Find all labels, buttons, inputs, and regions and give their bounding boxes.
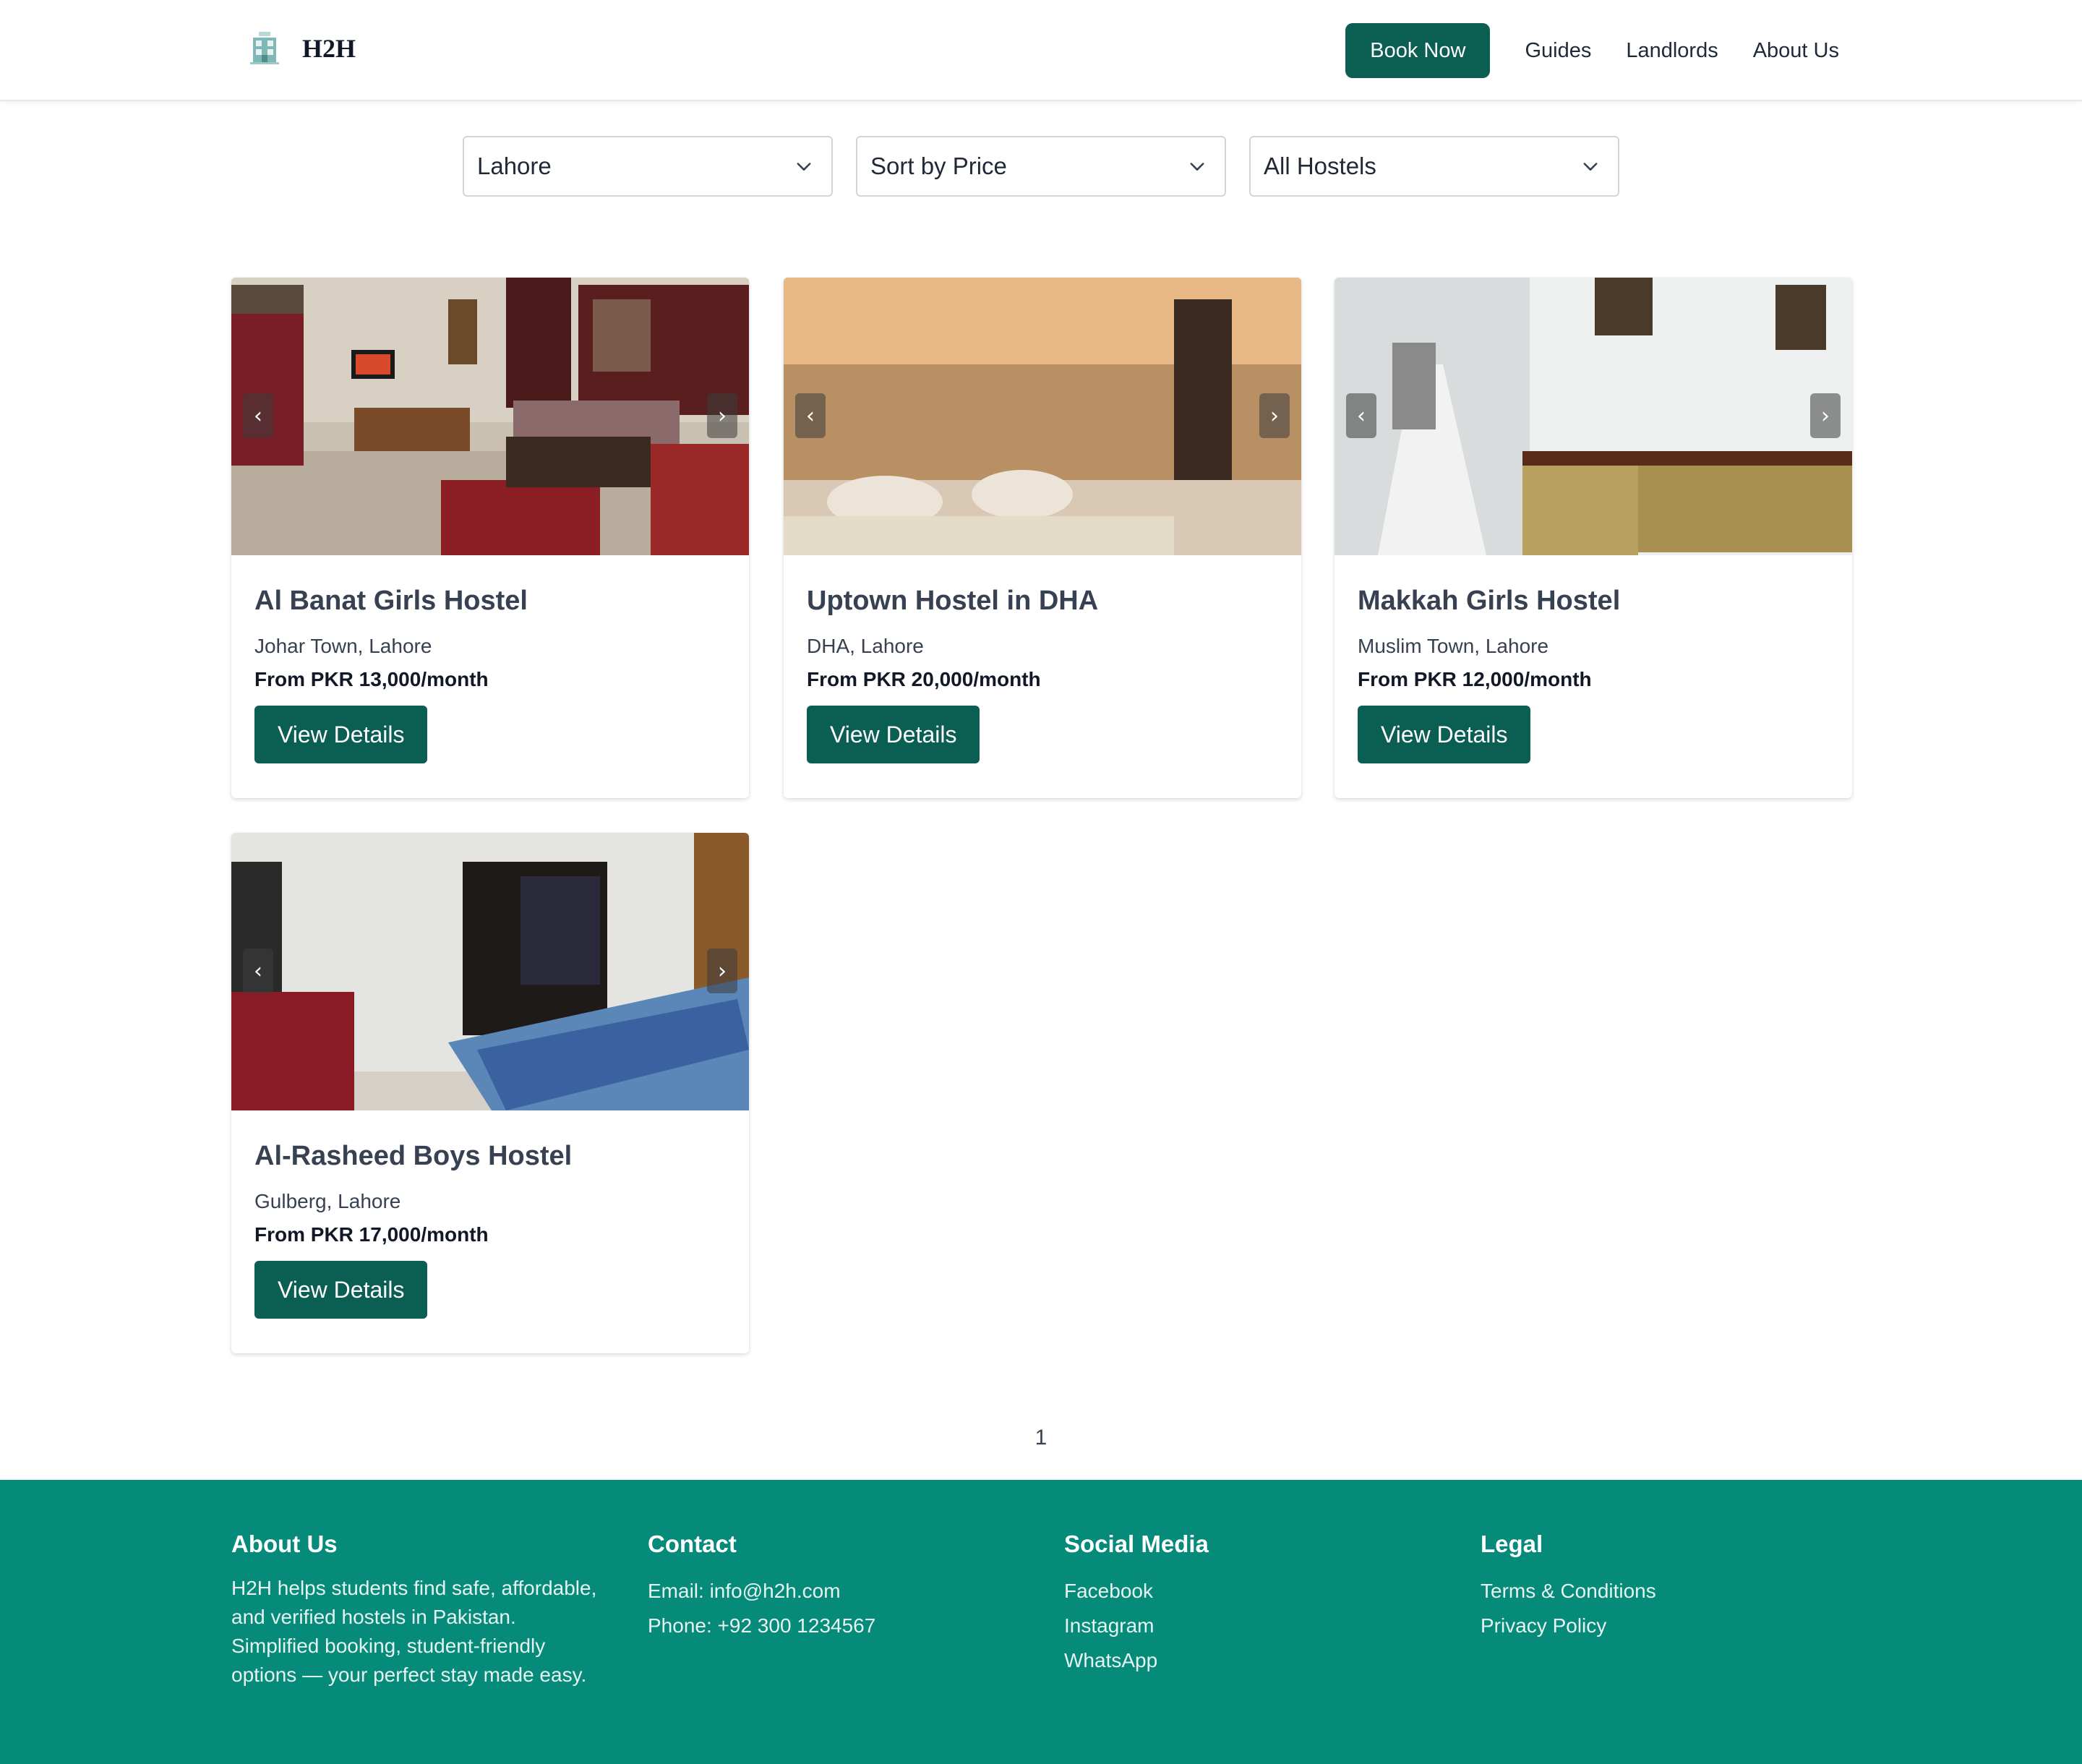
hostel-price: From PKR 12,000/month xyxy=(1358,668,1592,690)
chevron-down-icon xyxy=(1190,163,1204,171)
view-details-button[interactable]: View Details xyxy=(254,1261,428,1319)
hostel-card: ‹ › Al Banat Girls Hostel Johar Town, La… xyxy=(231,278,749,798)
hostel-name: Al Banat Girls Hostel xyxy=(254,586,528,616)
hostel-location: Johar Town, Lahore xyxy=(254,635,432,657)
footer-social: Social Media Facebook Instagram WhatsApp xyxy=(1064,1530,1440,1678)
hostel-photo xyxy=(784,278,1301,555)
footer-link-instagram[interactable]: Instagram xyxy=(1064,1609,1440,1643)
hostel-location: Gulberg, Lahore xyxy=(254,1190,401,1212)
carousel-next-button[interactable]: › xyxy=(1259,393,1290,438)
sort-select[interactable]: Sort by Price xyxy=(856,136,1226,197)
nav-link-about-us[interactable]: About Us xyxy=(1753,39,1839,63)
view-details-button[interactable]: View Details xyxy=(254,706,428,763)
hostel-location: Muslim Town, Lahore xyxy=(1358,635,1549,657)
nav-link-landlords[interactable]: Landlords xyxy=(1626,39,1718,63)
city-select-value: Lahore xyxy=(477,153,552,179)
page-number-current[interactable]: 1 xyxy=(1035,1426,1048,1450)
hostel-image-carousel: ‹ › xyxy=(231,278,749,555)
hostel-name: Makkah Girls Hostel xyxy=(1358,586,1621,616)
carousel-next-button[interactable]: › xyxy=(707,949,737,993)
footer-social-title: Social Media xyxy=(1064,1530,1209,1557)
footer-contact-title: Contact xyxy=(648,1530,737,1557)
hostel-location: DHA, Lahore xyxy=(807,635,924,657)
chevron-down-icon xyxy=(797,163,811,171)
carousel-next-button[interactable]: › xyxy=(1810,393,1841,438)
view-details-button[interactable]: View Details xyxy=(807,706,980,763)
carousel-prev-button[interactable]: ‹ xyxy=(795,393,826,438)
brand-name: H2H xyxy=(302,34,356,63)
hostel-card: ‹ › Al-Rasheed Boys Hostel Gulberg, Laho… xyxy=(231,833,749,1353)
carousel-prev-button[interactable]: ‹ xyxy=(243,393,273,438)
hostel-card: ‹ › Makkah Girls Hostel Muslim Town, Lah… xyxy=(1335,278,1852,798)
hostel-type-select[interactable]: All Hostels xyxy=(1249,136,1619,197)
chevron-down-icon xyxy=(1583,163,1598,171)
carousel-prev-button[interactable]: ‹ xyxy=(243,949,273,993)
footer-legal-title: Legal xyxy=(1481,1530,1543,1557)
hostel-card: ‹ › Uptown Hostel in DHA DHA, Lahore Fro… xyxy=(784,278,1301,798)
filter-bar: Lahore Sort by Price All Hostels xyxy=(463,136,1619,197)
hostel-name: Uptown Hostel in DHA xyxy=(807,586,1099,616)
hostel-type-select-value: All Hostels xyxy=(1264,153,1376,179)
footer-contact-phone: Phone: +92 300 1234567 xyxy=(648,1614,876,1637)
view-details-button[interactable]: View Details xyxy=(1358,706,1531,763)
brand[interactable]: H2H xyxy=(246,27,356,69)
footer-about-text: H2H helps students find safe, affordable… xyxy=(231,1577,597,1686)
footer-about-title: About Us xyxy=(231,1530,338,1557)
hostel-price: From PKR 20,000/month xyxy=(807,668,1041,690)
hostel-image-carousel: ‹ › xyxy=(231,833,749,1110)
hostel-image-carousel: ‹ › xyxy=(784,278,1301,555)
pagination: 1 xyxy=(0,1426,2082,1450)
hostel-price: From PKR 13,000/month xyxy=(254,668,489,690)
footer-legal: Legal Terms & Conditions Privacy Policy xyxy=(1481,1530,1856,1643)
nav-link-guides[interactable]: Guides xyxy=(1525,39,1591,63)
city-select[interactable]: Lahore xyxy=(463,136,833,197)
hostel-photo xyxy=(231,833,749,1110)
hostel-price: From PKR 17,000/month xyxy=(254,1223,489,1246)
footer: About Us H2H helps students find safe, a… xyxy=(0,1480,2082,1764)
footer-link-terms[interactable]: Terms & Conditions xyxy=(1481,1574,1856,1609)
book-now-button[interactable]: Book Now xyxy=(1345,23,1491,78)
hostel-photo xyxy=(231,278,749,555)
hostel-photo xyxy=(1335,278,1852,555)
footer-link-facebook[interactable]: Facebook xyxy=(1064,1574,1440,1609)
footer-contact-email: Email: info@h2h.com xyxy=(648,1580,841,1602)
navbar: H2H Book Now Guides Landlords About Us xyxy=(0,0,2082,101)
footer-contact: Contact Email: info@h2h.com Phone: +92 3… xyxy=(648,1530,1024,1643)
logo-icon xyxy=(250,32,279,64)
footer-link-privacy[interactable]: Privacy Policy xyxy=(1481,1609,1856,1643)
sort-select-value: Sort by Price xyxy=(870,153,1007,179)
carousel-prev-button[interactable]: ‹ xyxy=(1346,393,1376,438)
footer-about: About Us H2H helps students find safe, a… xyxy=(231,1530,607,1690)
hostel-name: Al-Rasheed Boys Hostel xyxy=(254,1141,573,1171)
nav-menu: Book Now Guides Landlords About Us xyxy=(1345,23,1839,78)
footer-link-whatsapp[interactable]: WhatsApp xyxy=(1064,1643,1440,1678)
carousel-next-button[interactable]: › xyxy=(707,393,737,438)
hostel-image-carousel: ‹ › xyxy=(1335,278,1852,555)
